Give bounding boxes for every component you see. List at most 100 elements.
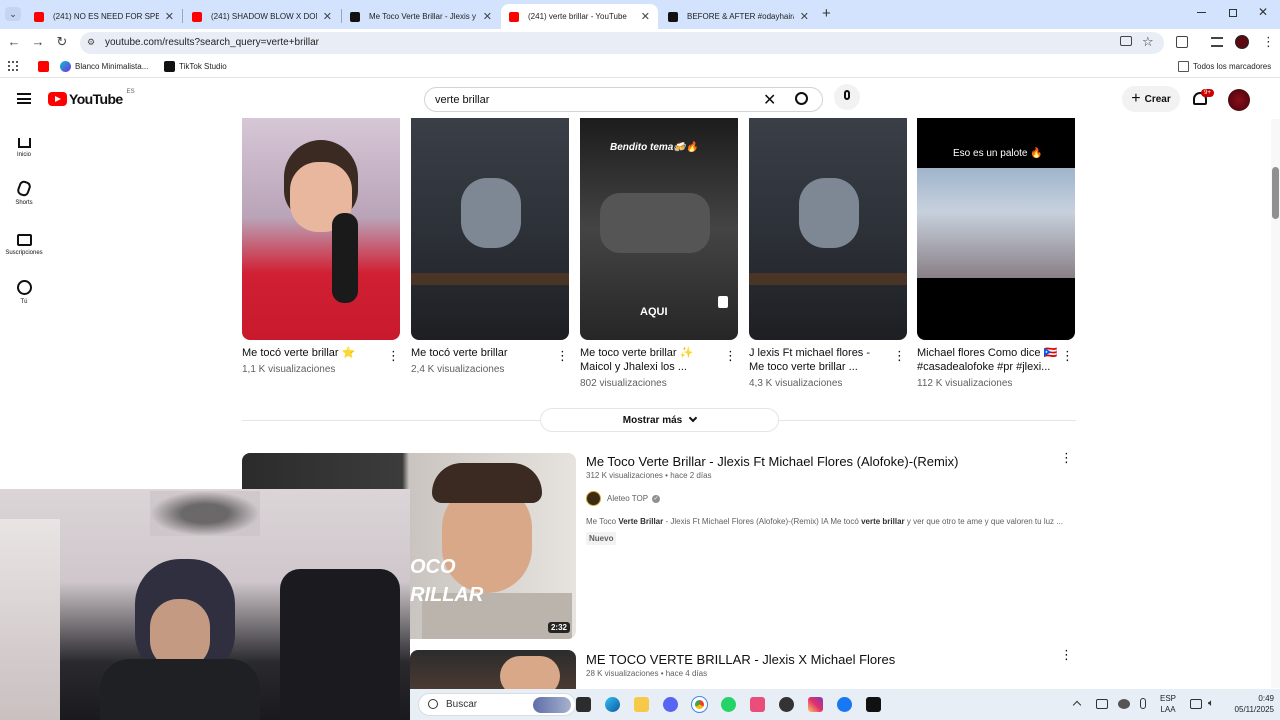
bookmark-canva[interactable]: Blanco Minimalista... [60, 61, 148, 72]
tiktok-icon[interactable] [866, 697, 881, 712]
more-actions-icon[interactable]: ⋮ [1060, 451, 1073, 464]
short-title[interactable]: J lexis Ft michael flores - [749, 346, 870, 361]
obs-icon[interactable] [779, 697, 794, 712]
whatsapp-icon[interactable] [721, 697, 736, 712]
show-more-button[interactable]: Mostrar más [540, 408, 779, 432]
tab-3[interactable]: Me Toco Verte Brillar - Jlexis y ✕ [342, 4, 500, 29]
create-button[interactable]: + Crear [1122, 86, 1180, 112]
tray-icon[interactable] [1118, 699, 1130, 709]
file-explorer-icon[interactable] [634, 697, 649, 712]
search-input[interactable]: verte brillar ✕ [424, 87, 823, 112]
taskbar-search-box[interactable]: Buscar [418, 693, 576, 716]
tab-2[interactable]: (241) SHADOW BLOW X DON ✕ [184, 4, 340, 29]
chevron-down-icon [688, 413, 698, 423]
guide-item-subscriptions[interactable]: Suscripciones [0, 231, 48, 256]
close-tab-icon[interactable]: ✕ [483, 10, 492, 23]
tiktok-icon [350, 11, 360, 22]
short-views: 4,3 K visualizaciones [749, 378, 843, 389]
new-tab-icon[interactable]: + [822, 5, 831, 22]
forward-icon[interactable]: → [31, 35, 45, 49]
hamburger-menu-icon[interactable] [17, 93, 31, 104]
video-title[interactable]: Me Toco Verte Brillar - Jlexis Ft Michae… [586, 454, 959, 469]
volume-icon[interactable]: 🔈︎ [1208, 698, 1214, 709]
short-thumbnail[interactable] [411, 118, 569, 340]
folder-icon [1178, 61, 1189, 72]
tab-5[interactable]: BEFORE & AFTER #odayhairand ✕ [660, 4, 817, 29]
close-tab-icon[interactable]: ✕ [323, 10, 332, 23]
close-tab-icon[interactable]: ✕ [165, 10, 174, 23]
short-title[interactable]: Me toco verte brillar ✨ [580, 346, 693, 361]
clear-search-icon[interactable]: ✕ [763, 90, 776, 110]
short-thumbnail[interactable] [749, 118, 907, 340]
video-thumbnail[interactable] [410, 650, 576, 689]
short-title-line2[interactable]: #casadealofoke #pr #jlexi... [917, 360, 1050, 375]
minimize-icon[interactable] [1197, 12, 1206, 13]
video-description: Me Toco Verte Brillar - Jlexis Ft Michae… [586, 517, 1063, 526]
video-title[interactable]: ME TOCO VERTE BRILLAR - Jlexis X Michael… [586, 652, 895, 667]
reload-icon[interactable]: ↻ [55, 35, 69, 49]
account-avatar[interactable] [1228, 89, 1250, 111]
bookmark-tiktok-studio[interactable]: TikTok Studio [164, 61, 227, 72]
close-tab-icon[interactable]: ✕ [641, 10, 650, 23]
tab-4-active[interactable]: (241) verte brillar - YouTube ✕ [501, 4, 658, 29]
short-title-line2[interactable]: Maicol y Jhalexi los ... [580, 360, 687, 375]
extensions-icon[interactable] [1176, 36, 1188, 48]
tray-icon[interactable] [1096, 699, 1108, 709]
tab-1[interactable]: (241) NO ES NEED FOR SPEED ✕ [26, 4, 182, 29]
tab-search-button[interactable]: ⌄ [5, 7, 21, 21]
shorts-icon [15, 179, 33, 198]
guide-item-you[interactable]: Tú [0, 280, 48, 305]
profile-avatar[interactable] [1235, 35, 1249, 49]
clock[interactable]: 0:49 05/11/2025 [1228, 693, 1274, 715]
more-actions-icon[interactable]: ⋮ [893, 349, 906, 362]
facebook-icon[interactable] [837, 697, 852, 712]
short-thumbnail[interactable]: Eso es un palote 🔥 [917, 118, 1075, 340]
close-tab-icon[interactable]: ✕ [800, 10, 809, 23]
tab-groups-icon[interactable] [1211, 37, 1223, 47]
network-icon[interactable] [1190, 699, 1202, 709]
page-scrollbar[interactable] [1271, 119, 1280, 688]
search-icon[interactable] [795, 92, 808, 105]
short-title[interactable]: Me tocó verte brillar [411, 346, 508, 361]
chrome-icon[interactable] [691, 696, 708, 713]
voice-search-icon[interactable] [834, 84, 860, 110]
youtube-logo[interactable]: YouTube ES [48, 89, 135, 107]
short-title-line2[interactable]: Me toco verte brillar ... [749, 360, 858, 375]
language-indicator[interactable]: ESP LAA [1160, 693, 1176, 715]
install-app-icon[interactable] [1120, 36, 1132, 46]
apps-grid-icon[interactable] [8, 61, 18, 71]
chrome-menu-icon[interactable]: ⋮ [1262, 34, 1275, 50]
youtube-icon [38, 61, 49, 72]
address-bar[interactable]: ⚙ youtube.com/results?search_query=verte… [80, 32, 1164, 54]
instagram-icon[interactable] [808, 697, 823, 712]
short-title[interactable]: Michael flores Como dice 🇵🇷 [917, 346, 1057, 361]
discord-icon[interactable] [663, 697, 678, 712]
guide-item-shorts[interactable]: Shorts [0, 179, 48, 206]
back-icon[interactable]: ← [7, 35, 21, 49]
tab-title: BEFORE & AFTER #odayhairand [687, 12, 794, 21]
bookmark-star-icon[interactable]: ☆ [1142, 34, 1154, 50]
snipping-tool-icon[interactable] [750, 697, 765, 712]
short-views: 112 K visualizaciones [917, 378, 1013, 389]
site-info-icon[interactable]: ⚙ [87, 37, 95, 48]
maximize-icon[interactable] [1229, 9, 1237, 17]
more-actions-icon[interactable]: ⋮ [1060, 648, 1073, 661]
short-thumbnail[interactable]: Bendito tema🍻🔥 AQUI [580, 118, 738, 340]
short-title[interactable]: Me tocó verte brillar ⭐ [242, 346, 355, 361]
all-bookmarks[interactable]: Todos los marcadores [1178, 61, 1271, 72]
close-window-icon[interactable]: ✕ [1258, 5, 1268, 19]
channel-link[interactable]: Aleteo TOP ✓ [586, 491, 661, 506]
task-view-icon[interactable] [576, 697, 591, 712]
chevron-up-icon[interactable] [1072, 700, 1082, 710]
more-actions-icon[interactable]: ⋮ [1061, 349, 1074, 362]
channel-avatar [586, 491, 601, 506]
more-actions-icon[interactable]: ⋮ [724, 349, 737, 362]
edge-icon[interactable] [605, 697, 620, 712]
more-actions-icon[interactable]: ⋮ [556, 349, 569, 362]
guide-item-home[interactable]: Inicio [0, 131, 48, 158]
bookmark-youtube[interactable] [38, 61, 53, 72]
microphone-icon[interactable] [1140, 698, 1146, 709]
scrollbar-thumb[interactable] [1272, 167, 1279, 219]
more-actions-icon[interactable]: ⋮ [387, 349, 400, 362]
short-thumbnail[interactable] [242, 118, 400, 340]
